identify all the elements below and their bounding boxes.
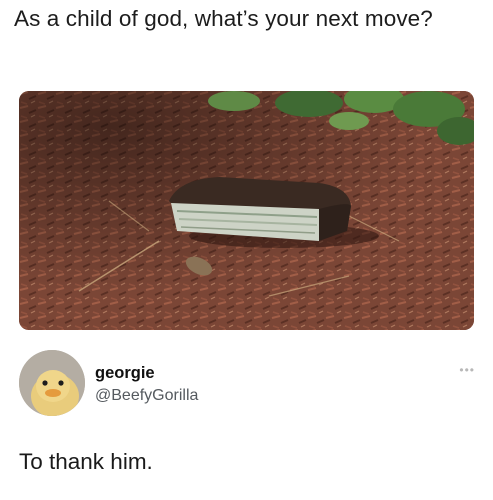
display-name[interactable]: georgie <box>95 364 155 383</box>
wallet-on-mulch-photo[interactable] <box>19 91 474 330</box>
more-options-icon[interactable]: ••• <box>459 363 475 377</box>
duckling-avatar[interactable] <box>19 350 85 416</box>
tweet-header: georgie @BeefyGorilla ••• <box>19 350 479 420</box>
post-caption: As a child of god, what’s your next move… <box>14 6 433 31</box>
user-handle[interactable]: @BeefyGorilla <box>95 387 198 405</box>
tweet-text: To thank him. <box>19 449 153 474</box>
